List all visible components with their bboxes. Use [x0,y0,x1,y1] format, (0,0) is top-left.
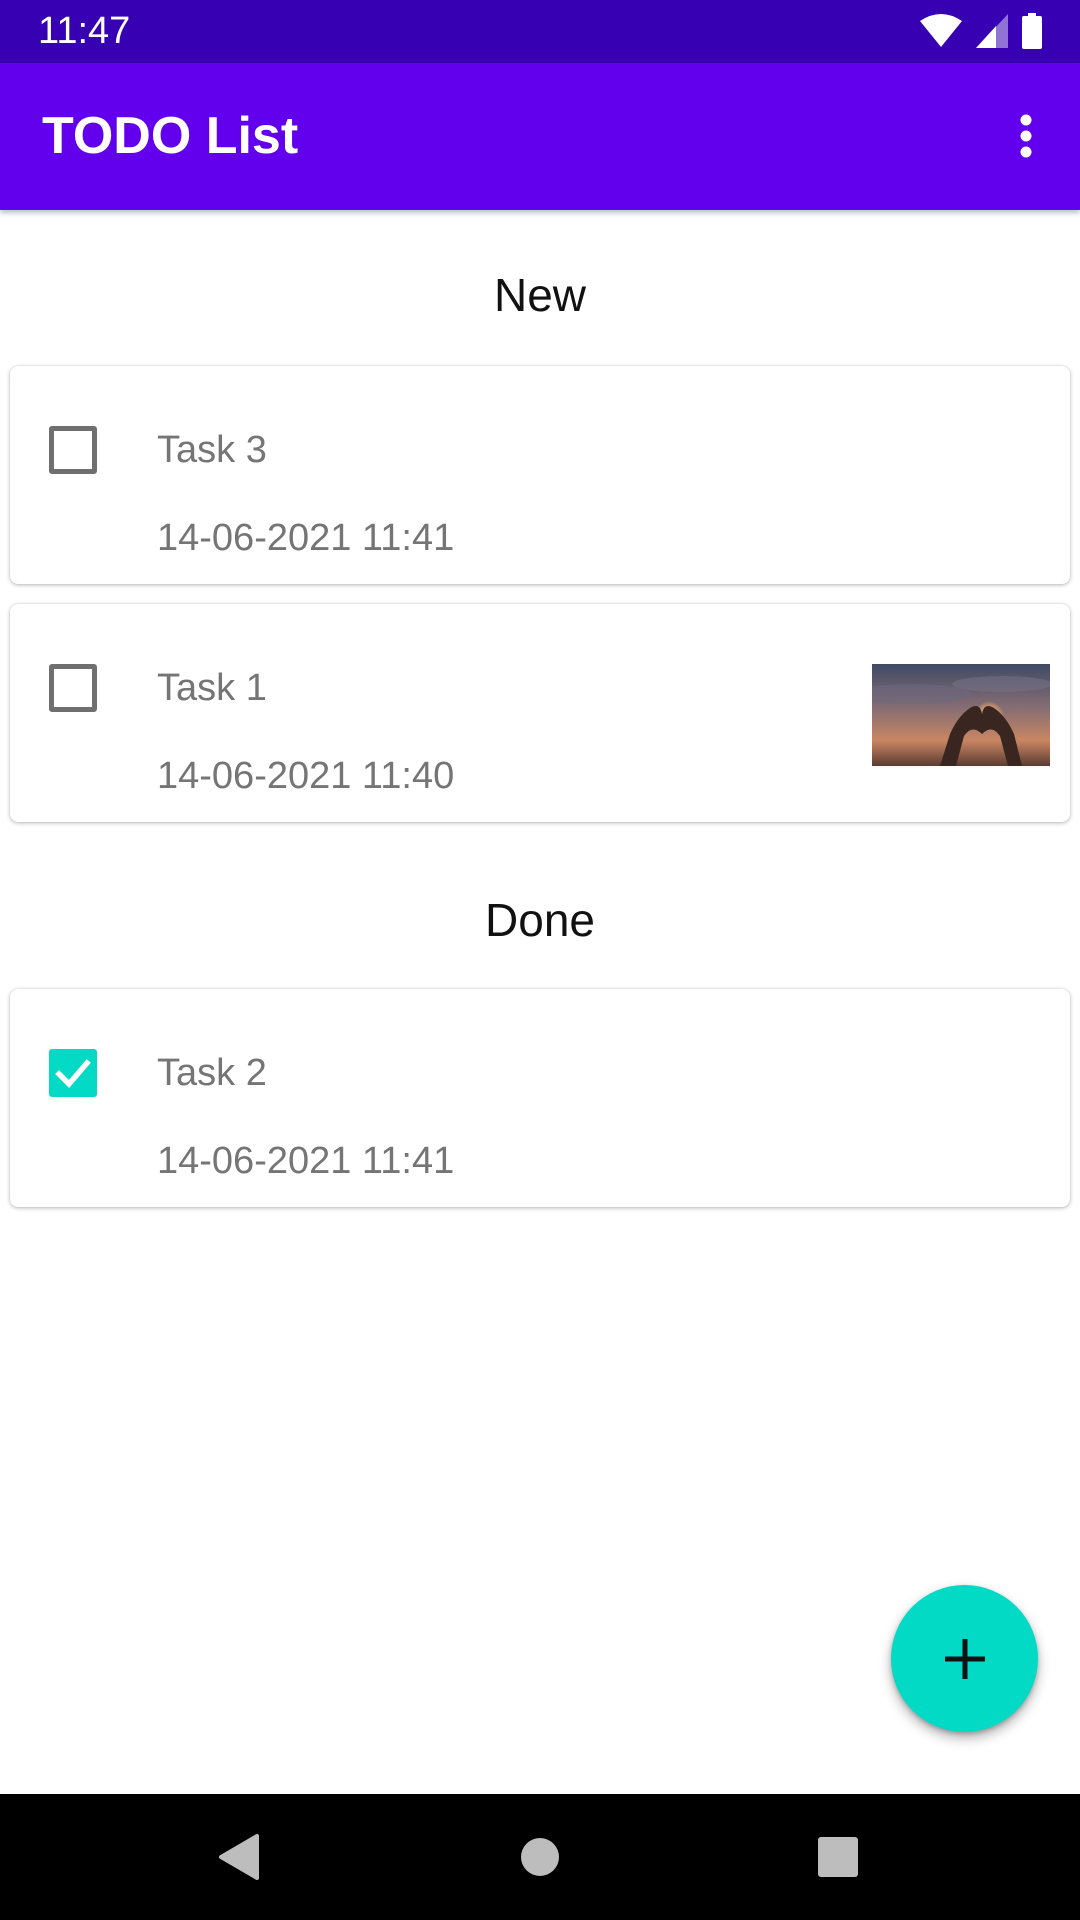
task-date: 14-06-2021 11:40 [157,755,455,797]
plus-icon [944,1638,985,1679]
task-card[interactable]: Task 3 14-06-2021 11:41 [10,366,1070,584]
task-checkbox[interactable] [49,426,97,474]
section-header-done: Done [485,894,595,946]
check-icon [55,1059,91,1089]
task-image-thumbnail[interactable] [872,664,1050,766]
task-title: Task 2 [157,1052,267,1094]
task-card[interactable]: Task 1 14-06-2021 11:40 [10,604,1070,822]
task-checkbox-checked[interactable] [49,1049,97,1097]
app-bar: TODO List [0,63,1080,210]
cell-signal-icon [976,14,1008,48]
battery-icon [1022,13,1042,49]
status-bar: 11:47 [0,0,1080,63]
home-button[interactable] [510,1827,570,1887]
back-icon [219,1834,259,1880]
task-date: 14-06-2021 11:41 [157,1140,455,1182]
back-button[interactable] [209,1827,269,1887]
recents-button[interactable] [808,1827,868,1887]
task-title: Task 3 [157,429,267,471]
task-checkbox[interactable] [49,664,97,712]
home-icon [521,1838,559,1876]
overflow-menu-button[interactable] [990,100,1062,172]
more-vert-icon [1020,114,1032,158]
recents-icon [818,1837,858,1877]
app-title: TODO List [42,107,299,165]
navigation-bar [0,1794,1080,1920]
task-date: 14-06-2021 11:41 [157,517,455,559]
wifi-icon [920,14,962,47]
status-icons [920,13,1042,49]
add-task-fab[interactable] [891,1585,1038,1732]
task-card[interactable]: Task 2 14-06-2021 11:41 [10,989,1070,1207]
section-header-new: New [493,269,587,321]
status-time: 11:47 [38,10,131,52]
task-title: Task 1 [157,667,267,709]
